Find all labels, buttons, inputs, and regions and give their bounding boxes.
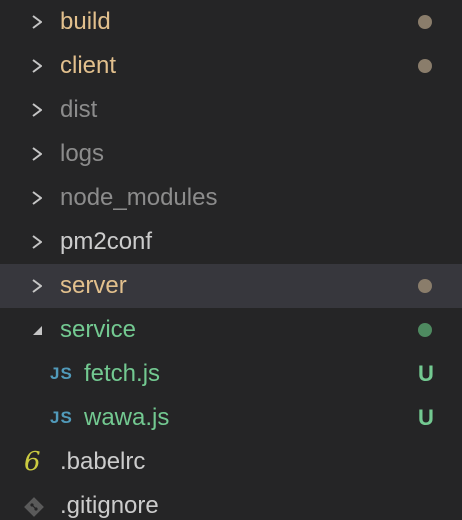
folder-label: build — [60, 8, 111, 35]
chevron-right-icon[interactable] — [30, 191, 44, 205]
tree-row-node-modules[interactable]: node_modules — [0, 176, 462, 220]
folder-label: server — [60, 272, 127, 299]
file-label: .gitignore — [60, 492, 159, 519]
folder-label: node_modules — [60, 184, 218, 211]
git-icon — [24, 496, 44, 517]
tree-row-gitignore[interactable]: .gitignore — [0, 484, 462, 520]
chevron-right-icon[interactable] — [30, 59, 44, 73]
js-file-icon: JS — [50, 364, 73, 383]
tree-row-build[interactable]: build — [0, 0, 462, 44]
chevron-down-icon[interactable] — [30, 323, 44, 337]
tree-row-service[interactable]: service — [0, 308, 462, 352]
modified-dot-icon — [418, 59, 432, 73]
tree-row-client[interactable]: client — [0, 44, 462, 88]
file-explorer: build client dist logs node_modules pm2c… — [0, 0, 462, 520]
chevron-right-icon[interactable] — [30, 235, 44, 249]
js-file-icon: JS — [50, 408, 73, 427]
babel-icon: 6 — [24, 447, 41, 477]
tree-row-server[interactable]: server — [0, 264, 462, 308]
untracked-badge: U — [418, 405, 434, 430]
chevron-right-icon[interactable] — [30, 15, 44, 29]
tree-row-pm2conf[interactable]: pm2conf — [0, 220, 462, 264]
folder-label: pm2conf — [60, 228, 153, 255]
folder-label: client — [60, 52, 117, 79]
untracked-badge: U — [418, 361, 434, 386]
folder-label: service — [60, 316, 137, 343]
tree-row-dist[interactable]: dist — [0, 88, 462, 132]
tree-row-logs[interactable]: logs — [0, 132, 462, 176]
tree-row-wawa-js[interactable]: JS wawa.js U — [0, 396, 462, 440]
file-label: wawa.js — [84, 404, 170, 431]
chevron-right-icon[interactable] — [30, 147, 44, 161]
untracked-dot-icon — [418, 323, 432, 337]
file-label: fetch.js — [84, 360, 161, 387]
tree-row-fetch-js[interactable]: JS fetch.js U — [0, 352, 462, 396]
modified-dot-icon — [418, 279, 432, 293]
chevron-right-icon[interactable] — [30, 279, 44, 293]
chevron-right-icon[interactable] — [30, 103, 44, 117]
modified-dot-icon — [418, 15, 432, 29]
folder-label: logs — [60, 140, 105, 167]
file-label: .babelrc — [60, 448, 146, 475]
folder-label: dist — [60, 96, 98, 123]
tree-row-babelrc[interactable]: 6 .babelrc — [0, 440, 462, 484]
